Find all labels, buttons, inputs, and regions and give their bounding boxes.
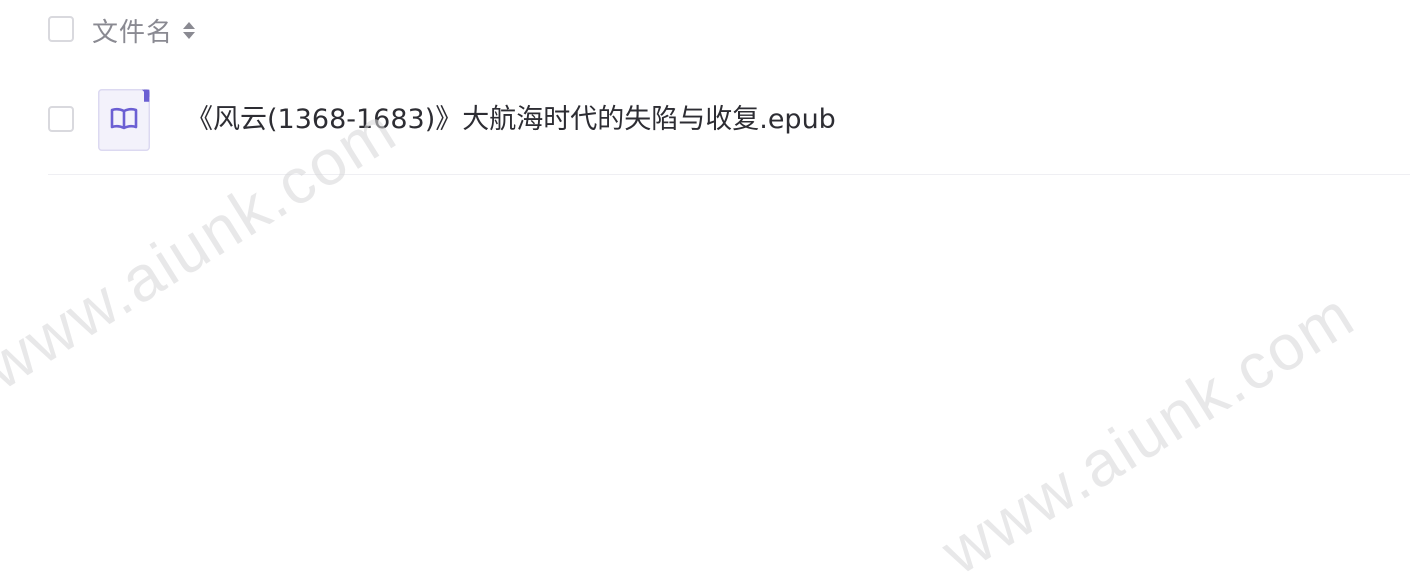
sort-icon[interactable] bbox=[183, 21, 196, 39]
column-header-filename[interactable]: 文件名 bbox=[92, 13, 196, 48]
file-list-page: 文件名 《风云(1368-1683)》大航海时代的失陷与收复.epub www.… bbox=[0, 0, 1410, 588]
row-checkbox[interactable] bbox=[48, 106, 74, 132]
epub-book-icon[interactable] bbox=[98, 89, 150, 151]
column-header-label: 文件名 bbox=[92, 17, 174, 48]
select-all-checkbox[interactable] bbox=[48, 16, 74, 42]
file-name-link[interactable]: 《风云(1368-1683)》大航海时代的失陷与收复.epub bbox=[186, 100, 836, 140]
watermark-text: www.aiunk.com bbox=[929, 277, 1367, 588]
